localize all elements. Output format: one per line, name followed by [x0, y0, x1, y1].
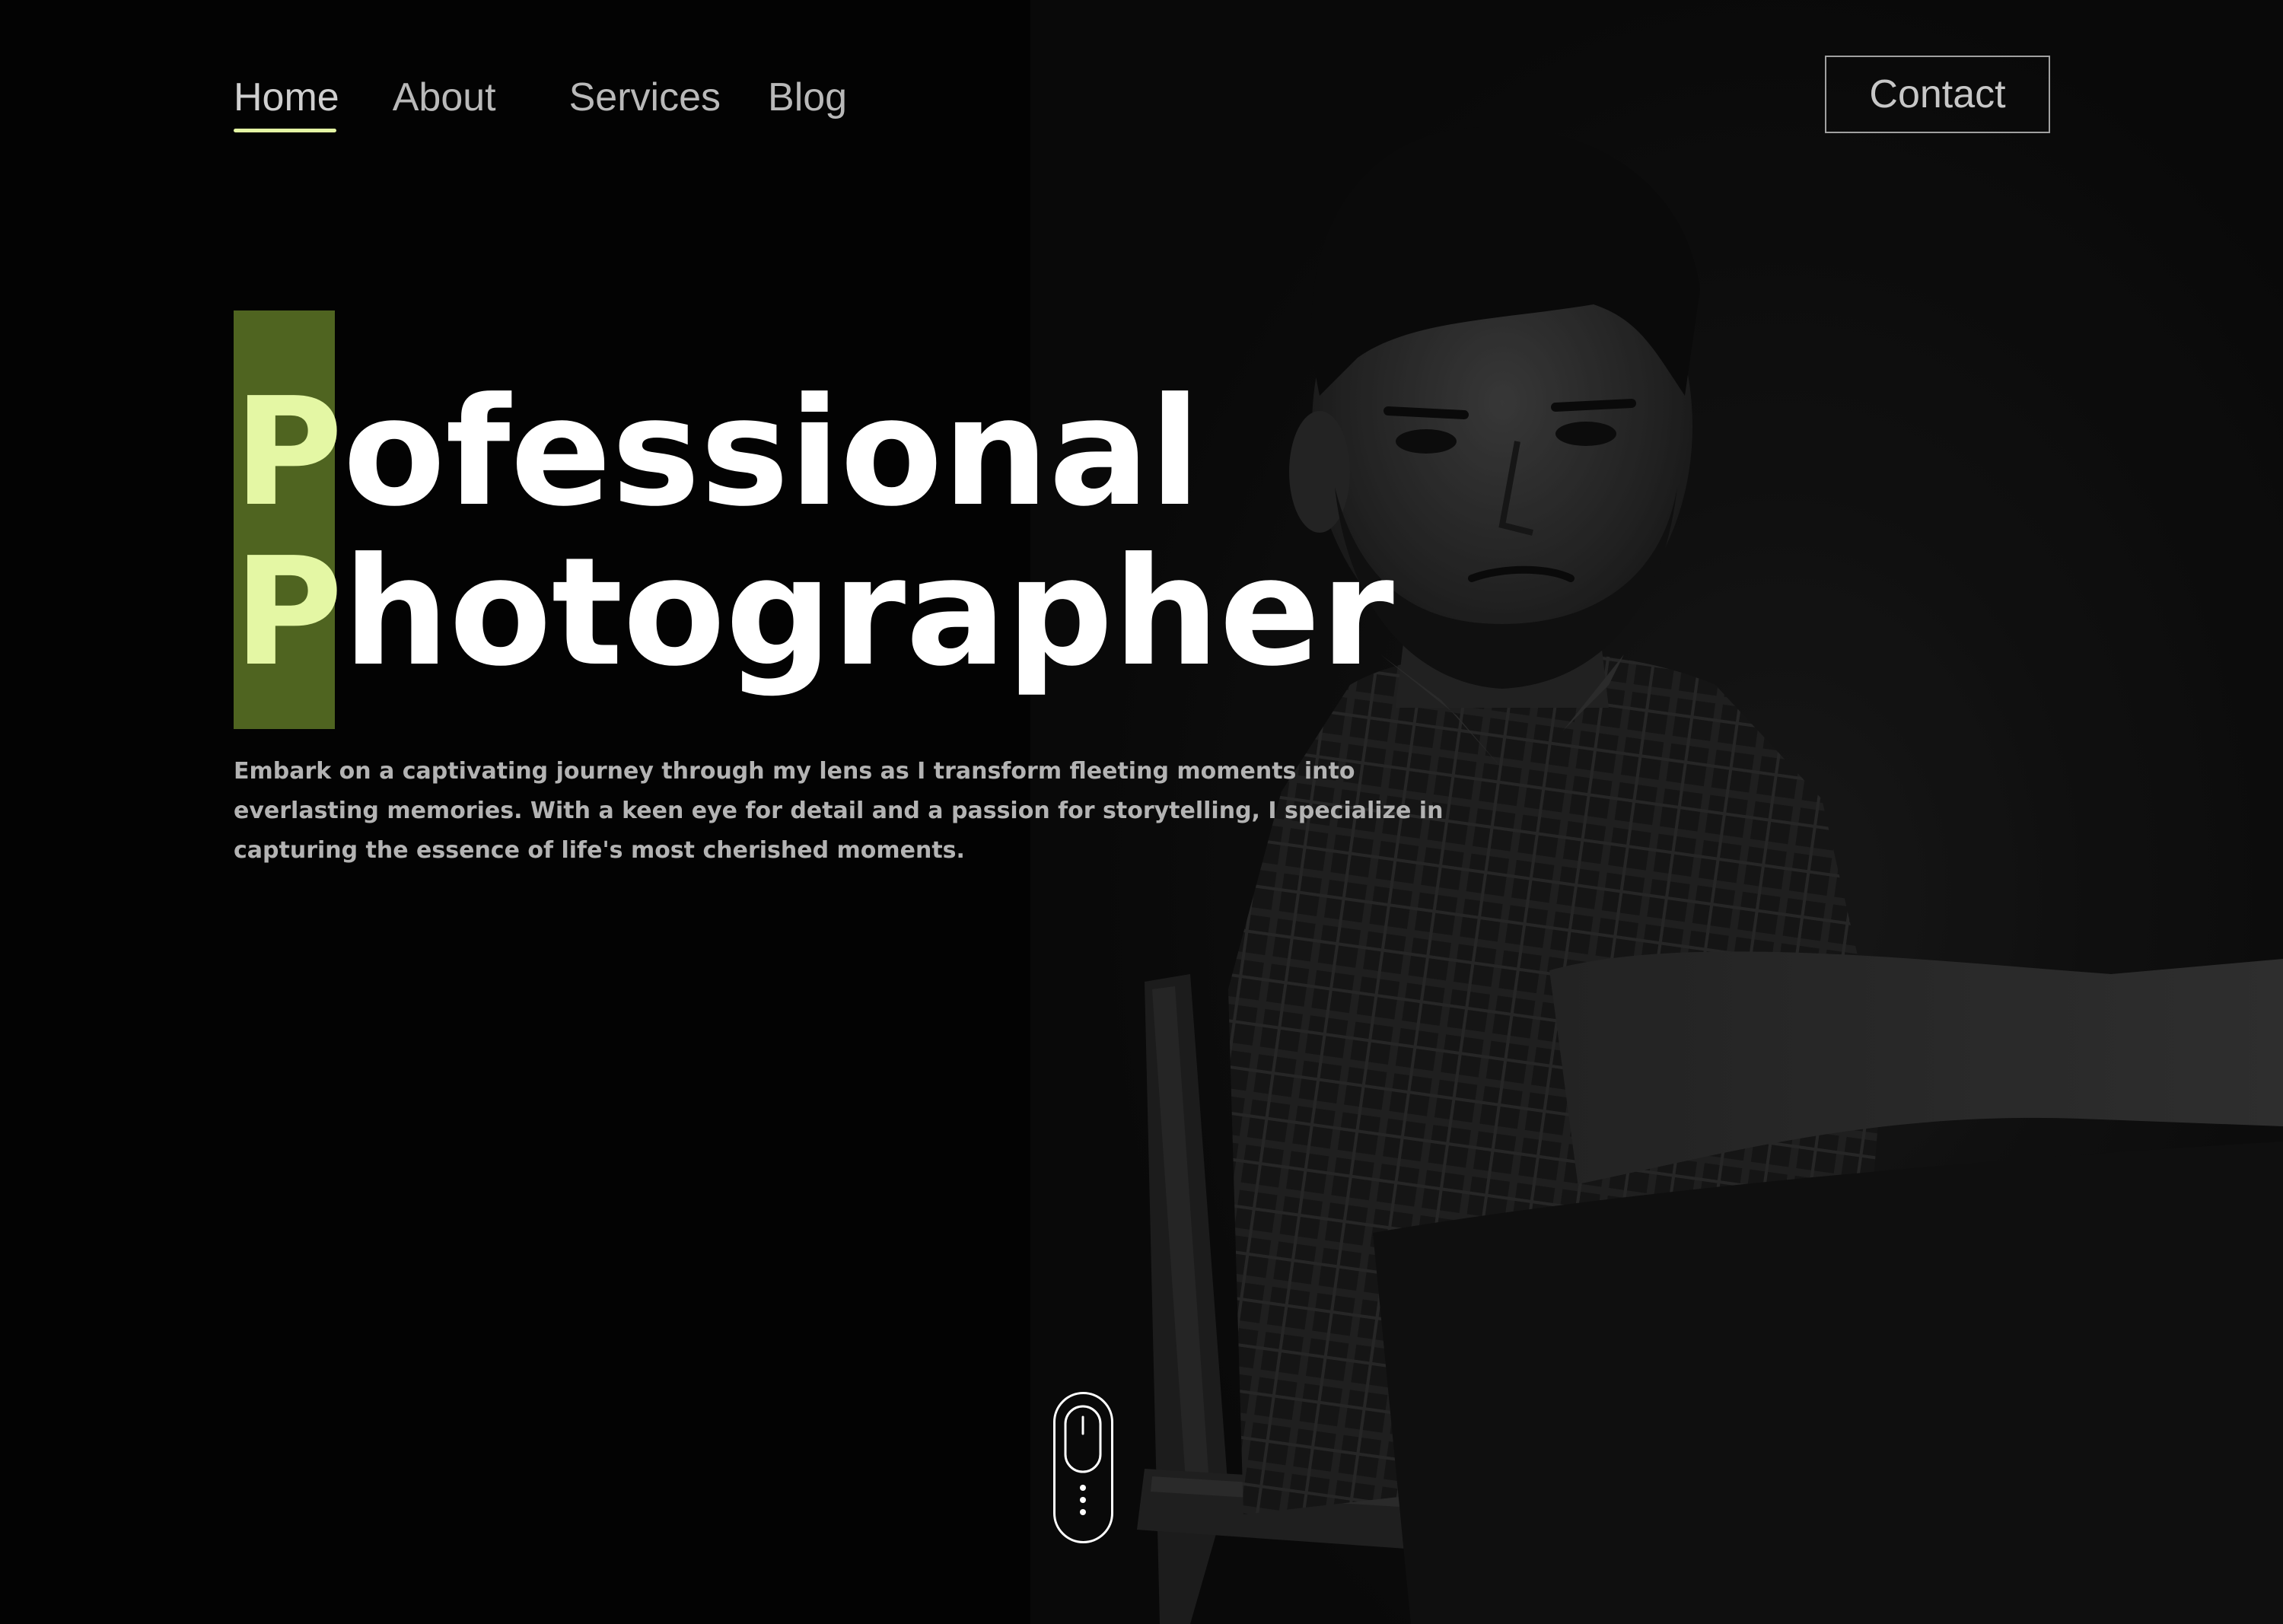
nav-link-blog[interactable]: Blog: [768, 70, 847, 125]
hero-headline: Pofessional Photographer: [234, 373, 1394, 693]
nav-link-home-label: Home: [234, 75, 339, 119]
headline-line-2-rest: hotographer: [342, 526, 1394, 699]
page: Home About Services Blog Contact Pofessi…: [0, 0, 2283, 1624]
active-underline: [234, 129, 336, 132]
hero-description: Embark on a captivating journey through …: [234, 758, 1444, 864]
contact-button[interactable]: Contact: [1825, 56, 2050, 133]
nav-link-about-label: About: [392, 75, 496, 119]
headline-line-2-initial: P: [234, 526, 343, 699]
nav-link-blog-label: Blog: [768, 75, 848, 119]
main-nav: Home About Services Blog: [234, 67, 847, 132]
nav-link-services-label: Services: [568, 75, 721, 119]
headline-line-1: Pofessional: [234, 373, 1394, 533]
nav-link-home[interactable]: Home: [234, 70, 339, 132]
nav-link-about[interactable]: About: [393, 70, 496, 125]
mouse-scroll-icon: [1064, 1405, 1102, 1515]
headline-line-2: Photographer: [234, 533, 1394, 693]
headline-line-1-rest: ofessional: [342, 366, 1201, 540]
nav-link-services[interactable]: Services: [569, 70, 721, 125]
headline-line-1-initial: P: [234, 366, 343, 540]
scroll-down-button[interactable]: [1053, 1392, 1113, 1543]
contact-button-label: Contact: [1869, 72, 2006, 116]
